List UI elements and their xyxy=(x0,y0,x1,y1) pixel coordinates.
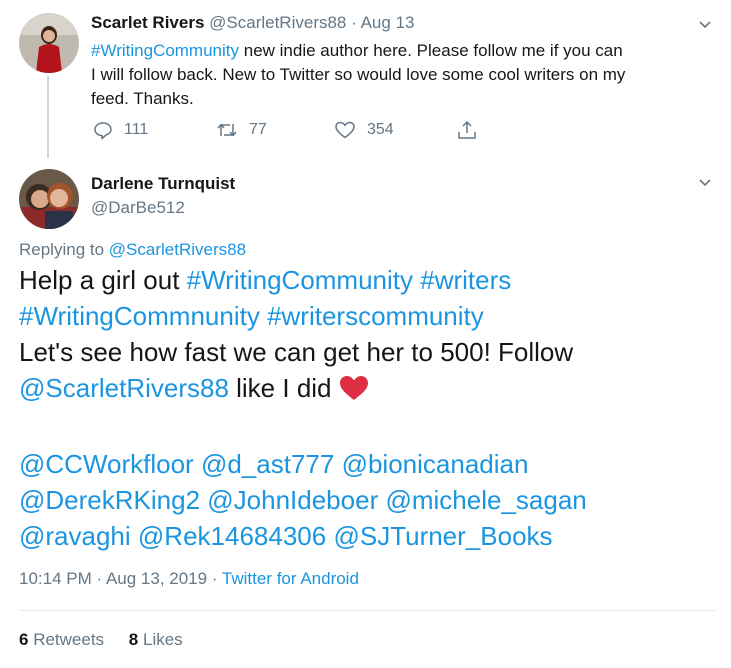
thread-connector xyxy=(47,76,49,158)
like-icon xyxy=(334,120,356,140)
main-author-name[interactable]: Darlene Turnquist xyxy=(91,174,235,194)
like-button[interactable]: 354 xyxy=(334,120,394,140)
share-icon xyxy=(457,119,477,141)
text: Help a girl out xyxy=(19,265,187,295)
heart-emoji xyxy=(339,374,369,410)
chevron-down-icon[interactable] xyxy=(697,16,713,32)
mention-link[interactable]: @CCWorkfloor xyxy=(19,449,194,479)
darlene-avatar[interactable] xyxy=(19,169,79,229)
tweet-source-link[interactable]: Twitter for Android xyxy=(222,569,359,588)
mention-link[interactable]: @ScarletRivers88 xyxy=(19,373,229,403)
parent-tweet-header: Scarlet Rivers @ScarletRivers88 · Aug 13 xyxy=(91,13,414,33)
parent-author-handle[interactable]: @ScarletRivers88 xyxy=(209,13,346,32)
chevron-down-icon[interactable] xyxy=(697,174,713,190)
scarlet-avatar[interactable] xyxy=(19,13,79,73)
text: I will follow back. New to Twitter so wo… xyxy=(91,65,626,84)
tweet-time[interactable]: 10:14 PM xyxy=(19,569,92,588)
like-count: 354 xyxy=(367,121,394,138)
engagement-stats: 6 Retweets 8 Likes xyxy=(19,630,183,650)
hashtag-link[interactable]: #writers xyxy=(420,265,511,295)
parent-tweet-text: #WritingCommunity new indie author here.… xyxy=(91,39,721,111)
replying-to: Replying to @ScarletRivers88 xyxy=(19,240,246,260)
separator: · xyxy=(351,13,357,32)
text: like I did xyxy=(228,373,339,403)
text: feed. Thanks. xyxy=(91,89,194,108)
retweets-stat[interactable]: 6 Retweets xyxy=(19,630,104,649)
hashtag-link[interactable]: #WritingCommunity xyxy=(91,41,239,60)
replying-to-handle-link[interactable]: @ScarletRivers88 xyxy=(109,240,246,259)
hashtag-link[interactable]: #WritingCommnunity xyxy=(19,301,260,331)
likes-stat[interactable]: 8 Likes xyxy=(129,630,183,649)
replying-to-label: Replying to xyxy=(19,240,109,259)
parent-date[interactable]: Aug 13 xyxy=(361,13,415,32)
retweet-button[interactable]: 77 xyxy=(216,120,267,140)
like-total: 8 xyxy=(128,630,139,649)
share-button[interactable] xyxy=(457,119,477,141)
mention-link[interactable]: @SJTurner_Books xyxy=(333,521,552,551)
hashtag-link[interactable]: #WritingCommunity xyxy=(187,265,413,295)
main-tweet-text: Help a girl out #WritingCommunity #write… xyxy=(19,262,719,554)
mention-link[interactable]: @d_ast777 xyxy=(201,449,334,479)
mention-link[interactable]: @DerekRKing2 xyxy=(19,485,200,515)
main-author-handle[interactable]: @DarBe512 xyxy=(91,198,185,218)
divider xyxy=(19,610,716,611)
hashtag-link[interactable]: #writerscommunity xyxy=(267,301,484,331)
mention-link[interactable]: @ravaghi xyxy=(19,521,131,551)
retweets-label: Retweets xyxy=(28,630,105,649)
mention-link[interactable]: @JohnIdeboer xyxy=(207,485,378,515)
separator: · xyxy=(91,569,106,588)
retweet-count: 77 xyxy=(249,121,267,138)
mention-link[interactable]: @michele_sagan xyxy=(385,485,586,515)
reply-button[interactable]: 111 xyxy=(93,120,148,140)
text: Let's see how fast we can get her to 500… xyxy=(19,337,574,367)
separator: · xyxy=(207,569,222,588)
mention-link[interactable]: @bionicanadian xyxy=(342,449,529,479)
tweet-metadata: 10:14 PM · Aug 13, 2019 · Twitter for An… xyxy=(19,569,359,589)
text: new indie author here. Please follow me … xyxy=(239,41,623,60)
likes-label: Likes xyxy=(138,630,183,649)
mention-link[interactable]: @Rek14684306 xyxy=(138,521,326,551)
reply-count: 111 xyxy=(124,121,149,138)
retweet-icon xyxy=(216,120,238,140)
reply-icon xyxy=(93,120,113,140)
tweet-date[interactable]: Aug 13, 2019 xyxy=(106,569,207,588)
parent-author-name[interactable]: Scarlet Rivers xyxy=(91,13,204,32)
